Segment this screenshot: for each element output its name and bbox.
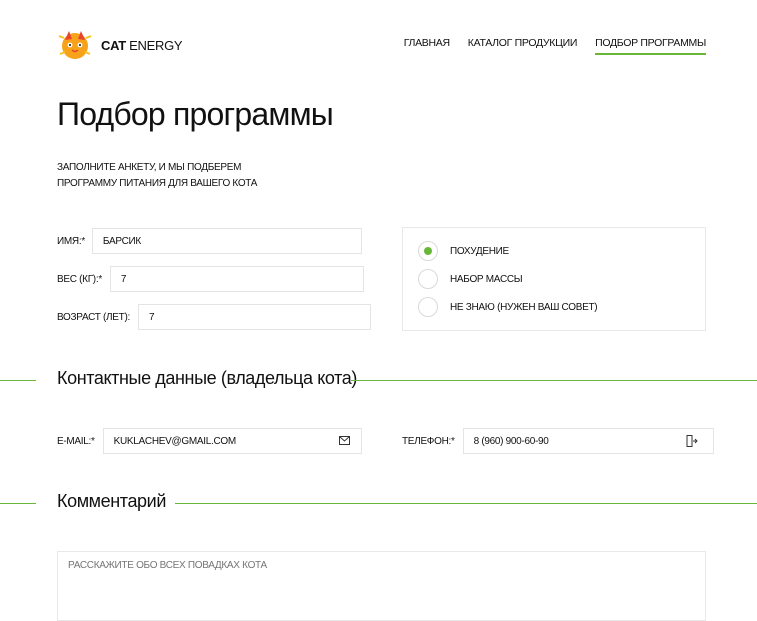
weight-input[interactable] — [109, 266, 364, 292]
comment-section-title: Комментарий — [57, 491, 166, 512]
name-input[interactable] — [91, 228, 362, 254]
goal-label: ПОХУДЕНИЕ — [450, 245, 509, 257]
goal-label: НЕ ЗНАЮ (НУЖЕН ВАШ СОВЕТ) — [450, 301, 598, 313]
contacts-section-title: Контактные данные (владельца кота) — [57, 368, 357, 389]
divider-line — [351, 380, 757, 381]
logo[interactable]: CAT ENERGY — [57, 28, 183, 62]
main-nav: ГЛАВНАЯ КАТАЛОГ ПРОДУКЦИИ ПОДБОР ПРОГРАМ… — [404, 37, 706, 55]
nav-home[interactable]: ГЛАВНАЯ — [404, 37, 450, 55]
intro-text: ЗАПОЛНИТЕ АНКЕТУ, И МЫ ПОДБЕРЕМ ПРОГРАММ… — [57, 160, 257, 192]
phone-label: ТЕЛЕФОН:* — [402, 435, 455, 447]
phone-icon — [686, 435, 698, 447]
radio-button-checked[interactable] — [418, 241, 438, 261]
comment-textarea[interactable] — [57, 551, 706, 621]
cat-energy-logo-icon — [58, 31, 92, 59]
goal-option-mass-gain[interactable]: НАБОР МАССЫ — [418, 269, 523, 289]
age-input[interactable] — [137, 304, 371, 330]
logo-text: CAT ENERGY — [101, 37, 183, 53]
goal-option-weight-loss[interactable]: ПОХУДЕНИЕ — [418, 241, 509, 261]
intro-line-1: ЗАПОЛНИТЕ АНКЕТУ, И МЫ ПОДБЕРЕМ — [57, 162, 242, 173]
name-field-row: ИМЯ:* — [57, 228, 362, 254]
intro-line-2: ПРОГРАММУ ПИТАНИЯ ДЛЯ ВАШЕГО КОТА — [57, 178, 258, 189]
radio-button[interactable] — [418, 269, 438, 289]
age-label: ВОЗРАСТ (ЛЕТ): — [57, 311, 130, 323]
weight-field-row: ВЕС (КГ):* — [57, 266, 364, 292]
divider-line — [175, 503, 757, 504]
nav-program[interactable]: ПОДБОР ПРОГРАММЫ — [595, 37, 706, 55]
goal-option-need-advice[interactable]: НЕ ЗНАЮ (НУЖЕН ВАШ СОВЕТ) — [418, 297, 598, 317]
page-title: Подбор программы — [57, 96, 334, 132]
nav-catalog[interactable]: КАТАЛОГ ПРОДУКЦИИ — [468, 37, 578, 55]
goal-radio-group: ПОХУДЕНИЕ НАБОР МАССЫ НЕ ЗНАЮ (НУЖЕН ВАШ… — [402, 227, 706, 331]
name-label: ИМЯ:* — [57, 235, 85, 247]
site-header: CAT ENERGY ГЛАВНАЯ КАТАЛОГ ПРОДУКЦИИ ПОД… — [57, 28, 706, 62]
divider-line — [0, 380, 36, 381]
email-field-row: E-MAIL:* — [57, 428, 362, 454]
phone-field-row: ТЕЛЕФОН:* — [402, 428, 714, 454]
email-input[interactable] — [102, 428, 362, 454]
weight-label: ВЕС (КГ):* — [57, 273, 102, 285]
goal-label: НАБОР МАССЫ — [450, 273, 523, 285]
divider-line — [0, 503, 36, 504]
email-label: E-MAIL:* — [57, 435, 95, 447]
mail-icon — [339, 436, 350, 445]
phone-input[interactable] — [462, 428, 714, 454]
radio-button[interactable] — [418, 297, 438, 317]
age-field-row: ВОЗРАСТ (ЛЕТ): — [57, 304, 371, 330]
